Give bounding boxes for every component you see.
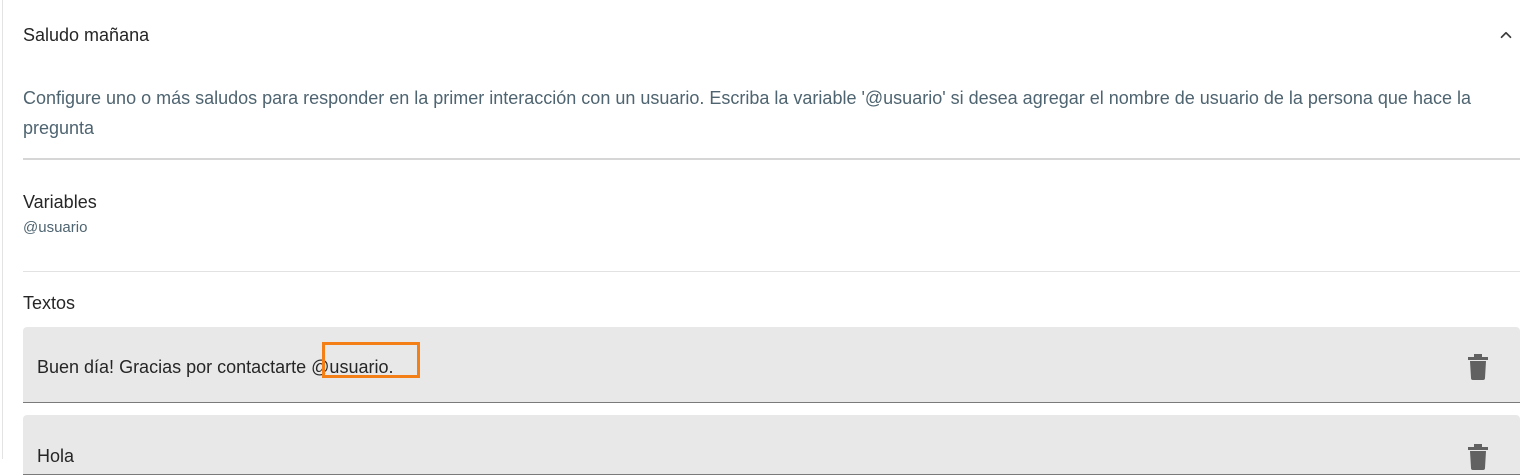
- divider: [23, 158, 1520, 160]
- panel-header[interactable]: Saludo mañana: [3, 0, 1527, 68]
- greeting-panel: Saludo mañana Configure uno o más saludo…: [2, 0, 1528, 475]
- text-item-variable: @usuario: [311, 357, 389, 377]
- panel-title: Saludo mañana: [23, 25, 150, 45]
- text-item-value[interactable]: Hola: [37, 445, 74, 467]
- text-item-prefix: Buen día! Gracias por contactarte: [37, 357, 312, 377]
- variables-heading: Variables: [23, 192, 97, 212]
- variable-usuario[interactable]: @usuario: [23, 219, 87, 237]
- text-item-value[interactable]: Buen día! Gracias por contactarte @usuar…: [37, 356, 393, 378]
- trash-icon[interactable]: [1467, 354, 1489, 380]
- panel-description: Configure uno o más saludos para respond…: [23, 88, 1471, 138]
- chevron-up-icon[interactable]: [1497, 26, 1515, 44]
- trash-icon[interactable]: [1467, 444, 1489, 470]
- text-item-field[interactable]: Hola: [23, 415, 1520, 475]
- text-item-prefix: Hola: [37, 446, 75, 466]
- text-item-field[interactable]: Buen día! Gracias por contactarte @usuar…: [23, 327, 1520, 403]
- text-item-suffix: .: [388, 357, 394, 377]
- texts-heading: Textos: [23, 293, 76, 313]
- divider: [23, 271, 1520, 272]
